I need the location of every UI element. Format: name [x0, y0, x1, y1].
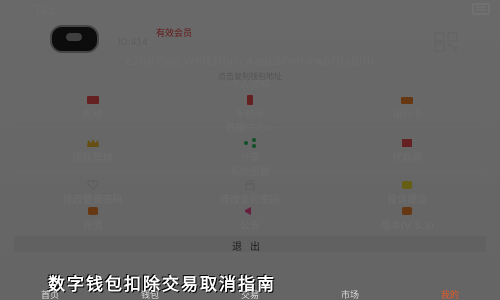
menu-item-share[interactable]: 分享 [171, 138, 328, 164]
menu-item-team[interactable]: 团队管理 [14, 138, 171, 164]
avatar[interactable] [50, 25, 99, 53]
menu-icon[interactable] [472, 3, 490, 15]
nav-trade[interactable]: 交易 [200, 284, 300, 300]
lock-icon [245, 180, 255, 190]
menu-item-version[interactable]: 版本(V 5.3) [329, 206, 486, 232]
nav-home[interactable]: 首页 [0, 284, 100, 300]
phone-icon [246, 95, 253, 105]
system-row-1: 修改登录密码 修改支付密码 投诉建议 [14, 180, 486, 206]
menu-item-bank-card[interactable]: 银行卡 [329, 95, 486, 121]
data-center-row: 团队管理 分享 代理商 [14, 138, 486, 164]
menu-item-nickname[interactable]: 昵称 [14, 95, 171, 121]
menu-item-phone[interactable]: 手机号 [171, 95, 328, 121]
menu-item-label: 投诉建议 [387, 195, 428, 206]
wallet-address[interactable]: c2RdTSqCWhff3UaccAadcSCmhkwbQfeBRb [14, 56, 486, 68]
menu-item-login-password[interactable]: 修改登录密码 [14, 180, 171, 206]
menu-item-notice[interactable]: 公告 [171, 206, 328, 232]
section-title-data-center[interactable]: 数据中心> [14, 119, 486, 134]
menu-item-label: 修改支付密码 [219, 195, 280, 206]
id-card-icon [86, 96, 99, 104]
share-icon [243, 138, 256, 148]
notice-icon [244, 207, 251, 215]
menu-item-agent[interactable]: 代理商 [329, 138, 486, 164]
section-title-personal: 个人资料 [230, 80, 270, 91]
profile-screen: Tac 演示 有效会员 ID:414 c2RdTSqCWhff3UaccAadc… [0, 0, 500, 300]
member-badge: 有效会员 [156, 29, 193, 39]
system-row-2: 充值 公告 版本(V 5.3) [14, 206, 486, 232]
logout-label: 退出 [232, 242, 268, 253]
profile-card: 演示 有效会员 ID:414 c2RdTSqCWhff3UaccAadcSCmh… [14, 20, 486, 81]
menu-item-label: 充值 [82, 221, 103, 232]
user-id: ID:414 [118, 38, 148, 48]
top-bar: Tac [0, 0, 500, 20]
logout-button[interactable]: 退出 [14, 236, 486, 253]
menu-item-recharge[interactable]: 充值 [14, 206, 171, 232]
personal-row: 昵称 手机号 银行卡 [14, 95, 486, 121]
app-title: Tac [34, 3, 57, 17]
version-icon [402, 207, 413, 215]
menu-item-label: 代理商 [392, 153, 423, 164]
menu-item-pay-password[interactable]: 修改支付密码 [171, 180, 328, 206]
agent-icon [402, 139, 413, 147]
section-title-system: 系统设置 [230, 167, 270, 178]
recharge-icon [87, 207, 98, 215]
menu-item-label: 分享 [239, 153, 260, 164]
menu-item-label: 版本(V 5.3) [380, 221, 435, 232]
bottom-nav: 首页 钱包 交易 市场 我的 [0, 284, 500, 300]
crown-icon [86, 139, 99, 147]
menu-item-label: 修改登录密码 [62, 195, 123, 206]
heart-icon [86, 180, 99, 190]
qr-code-icon[interactable] [434, 32, 458, 52]
bank-card-icon [401, 97, 414, 104]
menu-item-label: 团队管理 [72, 153, 113, 164]
pencil-icon [402, 181, 413, 189]
nav-mine[interactable]: 我的 [400, 284, 500, 300]
menu-item-label: 公告 [239, 221, 260, 232]
nav-market[interactable]: 市场 [300, 284, 400, 300]
nav-wallet[interactable]: 钱包 [100, 284, 200, 300]
menu-item-feedback[interactable]: 投诉建议 [329, 180, 486, 206]
